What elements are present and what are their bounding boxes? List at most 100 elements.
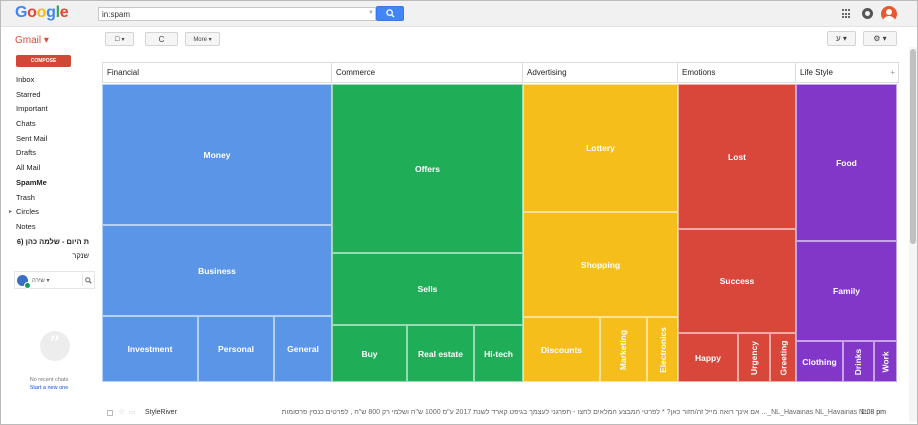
sidebar-item-chats[interactable]: Chats	[1, 117, 97, 132]
treemap-cell-money[interactable]: Money	[102, 84, 332, 225]
importance-marker-icon[interactable]: ▭	[129, 408, 136, 416]
sidebar-nav: Inbox Starred Important Chats Sent Mail …	[1, 73, 97, 264]
category-header-commerce[interactable]: Commerce	[332, 63, 523, 82]
sidebar-item-label-rtl-1[interactable]: ת היום - שלמה כהן (6	[1, 235, 93, 250]
treemap-cell-clothing[interactable]: Clothing	[796, 341, 843, 382]
more-button[interactable]: More ▾	[185, 32, 220, 46]
input-tools-button[interactable]: ע ▾	[827, 31, 856, 46]
treemap-cell-electronics[interactable]: Electronics	[647, 317, 678, 382]
category-treemap: Money Business Investment Personal Gener…	[102, 84, 897, 382]
add-category-icon[interactable]: +	[890, 68, 895, 77]
sidebar-item-circles[interactable]: ▸ Circles	[1, 205, 97, 220]
top-bar: Google ▼	[1, 1, 917, 27]
treemap-cell-success[interactable]: Success	[678, 229, 796, 333]
search-options-icon[interactable]: ▼	[368, 10, 374, 16]
cell-label: Clothing	[802, 356, 837, 367]
select-checkbox-button[interactable]: ☐ ▾	[105, 32, 134, 46]
cell-label: Business	[198, 265, 236, 276]
sidebar-item-important[interactable]: Important	[1, 102, 97, 117]
cell-label: Money	[203, 149, 231, 160]
treemap-cell-family[interactable]: Family	[796, 241, 897, 341]
sidebar-item-starred[interactable]: Starred	[1, 88, 97, 103]
settings-button[interactable]: ⚙ ▾	[863, 31, 897, 46]
star-icon[interactable]: ☆	[118, 407, 125, 416]
cell-label: Offers	[414, 163, 441, 174]
search-icon	[385, 9, 395, 18]
search-icon	[85, 276, 92, 284]
sidebar-item-label-rtl-2[interactable]: שנקר	[1, 249, 93, 264]
refresh-button[interactable]: C	[145, 32, 178, 46]
cell-label: Marketing	[618, 329, 629, 370]
treemap-cell-discounts[interactable]: Discounts	[523, 317, 600, 382]
treemap-header: Financial Commerce Advertising Emotions …	[102, 62, 899, 83]
treemap-cell-lost[interactable]: Lost	[678, 84, 796, 229]
treemap-cell-marketing[interactable]: Marketing	[600, 317, 647, 382]
logo-letter: o	[36, 4, 47, 21]
treemap-cell-work[interactable]: Work	[874, 341, 897, 382]
category-header-financial[interactable]: Financial	[103, 63, 332, 82]
sidebar-item-spamme[interactable]: SpamMe	[1, 176, 97, 191]
gmail-menu[interactable]: Gmail ▾	[15, 35, 49, 46]
compose-button[interactable]: COMPOSE	[16, 55, 71, 67]
cell-label: Family	[833, 286, 860, 296]
expand-caret-icon[interactable]: ▸	[9, 205, 12, 220]
sidebar-item-label: Circles	[16, 207, 39, 217]
sidebar-item-trash[interactable]: Trash	[1, 191, 97, 206]
treemap-cell-urgency[interactable]: Urgency	[738, 333, 770, 382]
treemap-cell-lottery[interactable]: Lottery	[523, 84, 678, 212]
sidebar-item-inbox[interactable]: Inbox	[1, 73, 97, 88]
account-avatar[interactable]	[881, 6, 897, 22]
search-button[interactable]	[376, 6, 404, 21]
treemap-cell-shopping[interactable]: Shopping	[523, 212, 678, 317]
cell-label: Success	[719, 276, 755, 286]
logo-letter: o	[27, 4, 37, 21]
avatar	[17, 275, 31, 289]
row-checkbox[interactable]	[107, 410, 113, 416]
email-sender: StyleRiver	[145, 409, 177, 416]
treemap-cell-offers[interactable]: Offers	[332, 84, 523, 253]
table-row[interactable]: ☆ ▭ StyleRiver NL_Havainas NL_Havainas N…	[102, 404, 898, 422]
cell-label: Work	[880, 350, 891, 373]
sidebar-item-drafts[interactable]: Drafts	[1, 146, 97, 161]
email-snippet: NL_Havainas NL_Havainas NL_... אם אינך ר…	[281, 409, 868, 416]
treemap-cell-business[interactable]: Business	[102, 225, 332, 316]
treemap-cell-food[interactable]: Food	[796, 84, 897, 241]
no-recent-chats-text: No recent chats	[29, 377, 69, 383]
treemap-cell-real-estate[interactable]: Real estate	[407, 325, 474, 382]
treemap-cell-happy[interactable]: Happy	[678, 333, 738, 382]
apps-icon[interactable]	[842, 9, 852, 19]
cell-label: Electronics	[657, 326, 668, 373]
category-header-advertising[interactable]: Advertising	[523, 63, 678, 82]
treemap-cell-sells[interactable]: Sells	[332, 253, 523, 325]
cell-label: Greeting	[778, 340, 789, 375]
treemap-cell-general[interactable]: General	[274, 316, 332, 382]
cell-label: Personal	[218, 344, 254, 354]
logo-letter: G	[15, 4, 28, 21]
sidebar-item-all-mail[interactable]: All Mail	[1, 161, 97, 176]
category-header-emotions[interactable]: Emotions	[678, 63, 796, 82]
sidebar-item-notes[interactable]: Notes	[1, 220, 97, 235]
email-time: 1:08 pm	[860, 409, 886, 416]
hangouts-user-name: שירה ▾	[32, 278, 50, 284]
start-new-chat-link[interactable]: Start a new one	[1, 385, 97, 391]
treemap-cell-personal[interactable]: Personal	[198, 316, 274, 382]
treemap-cell-investment[interactable]: Investment	[102, 316, 198, 382]
cell-label: Buy	[361, 348, 378, 359]
search-input[interactable]	[98, 7, 376, 21]
treemap-cell-buy[interactable]: Buy	[332, 325, 407, 382]
category-header-life-style[interactable]: Life Style	[796, 63, 886, 82]
google-logo[interactable]: Google	[15, 4, 69, 22]
scrollbar-thumb[interactable]	[910, 49, 916, 244]
cell-label: Sells	[417, 284, 438, 294]
logo-letter: e	[59, 4, 69, 21]
sidebar-item-sent-mail[interactable]: Sent Mail	[1, 132, 97, 147]
treemap-cell-greeting[interactable]: Greeting	[770, 333, 796, 382]
cell-label: Shopping	[580, 259, 621, 270]
notifications-icon[interactable]	[862, 8, 873, 19]
hangouts-search-button[interactable]	[82, 274, 94, 286]
hangouts-user-row[interactable]: שירה ▾	[14, 271, 95, 289]
treemap-cell-drinks[interactable]: Drinks	[843, 341, 874, 382]
cell-label: Investment	[127, 344, 173, 354]
cell-label: Food	[836, 157, 857, 168]
treemap-cell-hi-tech[interactable]: Hi-tech	[474, 325, 523, 382]
